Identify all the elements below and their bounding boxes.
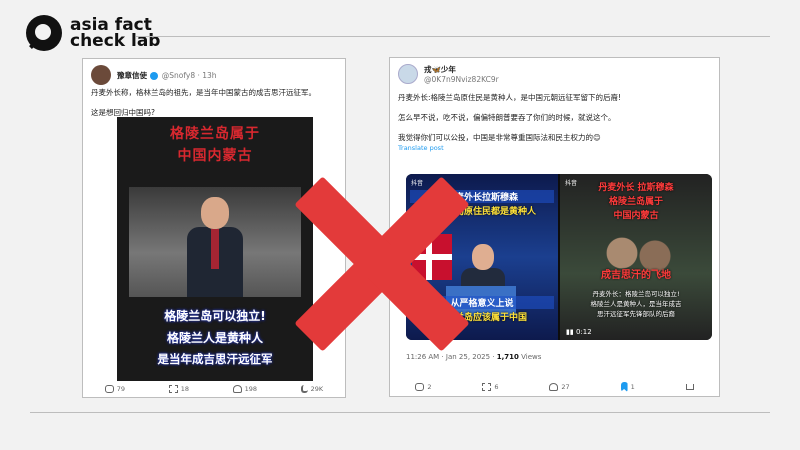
avatar[interactable] bbox=[91, 65, 111, 85]
person-figure bbox=[187, 197, 243, 297]
clip-b-red-caption: 成吉思汗的飞地 bbox=[601, 270, 671, 281]
clip-b-caption2: 格陵兰人是黄种人，是当年成吉 bbox=[590, 300, 682, 308]
play-button[interactable]: ▮▮ 0:12 bbox=[566, 328, 592, 336]
post-text-line2: 怎么早不说，吃不说，偏偏特朗普要吞了你们的时候，就说这个。 bbox=[398, 113, 616, 122]
translate-post-link[interactable]: Translate post bbox=[390, 144, 719, 152]
reply-button[interactable]: 79 bbox=[104, 385, 125, 393]
handle-time: @Snofy8 · 13h bbox=[161, 70, 217, 80]
asia-fact-check-lab-logo: asia fact check lab bbox=[26, 15, 160, 51]
video-subtitle-2: 格陵兰人是黄种人 bbox=[166, 331, 263, 345]
views-count: 1,710 bbox=[496, 353, 519, 361]
magnifier-icon bbox=[26, 15, 62, 51]
repost-button[interactable]: 6 bbox=[482, 382, 499, 392]
handle[interactable]: @0K7n9Nviz82KC9r bbox=[424, 75, 499, 84]
footer-divider bbox=[30, 412, 770, 413]
false-claim-cross-icon bbox=[290, 172, 474, 356]
heart-icon bbox=[549, 383, 559, 391]
like-button[interactable]: 27 bbox=[549, 382, 570, 392]
views-icon bbox=[300, 385, 308, 393]
video-clip-b[interactable]: 抖音 丹麦外长 拉斯穆森 格陵兰岛属于 中国内蒙古 成吉思汗的飞地 丹麦外长：格… bbox=[560, 174, 712, 340]
verified-icon bbox=[150, 71, 159, 80]
avatar[interactable] bbox=[398, 64, 418, 84]
post-actions: 79 18 198 29K bbox=[83, 385, 345, 393]
video-subtitle-1: 格陵兰岛可以独立! bbox=[164, 309, 266, 323]
repost-icon bbox=[168, 385, 178, 393]
post-header: 豫章信使 @Snofy8 · 13h bbox=[83, 59, 345, 85]
share-button[interactable] bbox=[685, 382, 694, 392]
share-icon bbox=[685, 384, 694, 390]
display-name[interactable]: 戎🦋少年 bbox=[424, 65, 456, 74]
clip-b-title3: 中国内蒙古 bbox=[613, 211, 659, 221]
display-name[interactable]: 豫章信使 bbox=[117, 71, 147, 80]
logo-text: asia fact check lab bbox=[70, 15, 161, 51]
post-video[interactable]: 格陵兰岛属于 中国内蒙古 格陵兰岛可以独立! 格陵兰人是黄种人 是当年成吉思汗远… bbox=[117, 117, 313, 381]
reply-button[interactable]: 2 bbox=[415, 382, 432, 392]
video-subtitle-3: 是当年成吉思汗远征军 bbox=[157, 352, 273, 366]
video-title-line1: 格陵兰岛属于 bbox=[170, 126, 260, 142]
bookmark-icon bbox=[620, 382, 628, 392]
heart-icon bbox=[232, 385, 242, 393]
clip-b-caption1: 丹麦外长：格陵兰岛可以独立! bbox=[592, 290, 680, 298]
header-divider bbox=[136, 36, 770, 37]
views-button[interactable]: 29K bbox=[300, 385, 323, 393]
post-text-line3: 我觉得你们可以公投，中国是非常尊重国际法和民主权力的😊 bbox=[398, 133, 601, 142]
repost-button[interactable]: 18 bbox=[168, 385, 189, 393]
speaker-photo bbox=[129, 187, 301, 297]
views-label: Views bbox=[521, 353, 542, 361]
repost-icon bbox=[482, 383, 492, 391]
reply-icon bbox=[415, 383, 425, 391]
video-time: 0:12 bbox=[575, 328, 592, 336]
clip-b-caption3: 思汗远征军先锋部队的后裔 bbox=[597, 310, 675, 318]
like-button[interactable]: 198 bbox=[232, 385, 257, 393]
post-text-line1: 丹麦外长:格陵兰岛原住民是黄种人，是中国元朝远征军留下的后裔! bbox=[398, 93, 622, 102]
reply-icon bbox=[104, 385, 114, 393]
video-title-line2: 中国内蒙古 bbox=[177, 148, 253, 164]
clip-b-title2: 格陵兰岛属于 bbox=[608, 197, 663, 207]
post-text-line1: 丹麦外长称，格林兰岛的祖先，是当年中国蒙古的成吉思汗远征军。 bbox=[91, 88, 316, 97]
post-actions: 2 6 27 1 bbox=[390, 382, 719, 392]
post-header: 戎🦋少年 @0K7n9Nviz82KC9r bbox=[390, 58, 719, 84]
bookmark-button[interactable]: 1 bbox=[620, 382, 635, 392]
clip-b-title1: 丹麦外长 拉斯穆森 bbox=[598, 183, 674, 193]
